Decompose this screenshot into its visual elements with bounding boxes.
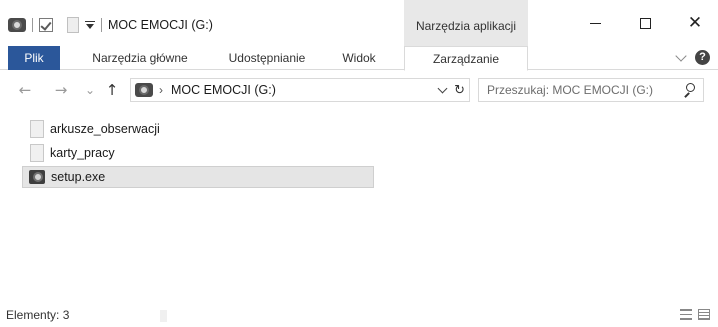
title-bar: MOC EMOCJI (G:) Narzędzia aplikacji ✕: [0, 0, 718, 46]
forward-button[interactable]: →: [50, 79, 72, 101]
up-button[interactable]: ↑: [102, 79, 122, 101]
customize-dropdown-icon[interactable]: [85, 19, 95, 31]
new-folder-icon[interactable]: [67, 17, 79, 33]
back-button[interactable]: ←: [14, 79, 36, 101]
back-arrow-icon: ←: [18, 81, 32, 99]
toolbar-separator: [101, 18, 102, 32]
expand-ribbon-icon[interactable]: [675, 49, 687, 62]
breadcrumb-drive[interactable]: MOC EMOCJI (G:): [171, 83, 276, 97]
context-tab-header-label: Narzędzia aplikacji: [415, 19, 517, 33]
application-icon: [29, 170, 45, 184]
tab-file[interactable]: Plik: [8, 46, 60, 70]
forward-arrow-icon: →: [54, 81, 68, 99]
quick-access-toolbar: MOC EMOCJI (G:): [8, 14, 213, 36]
view-switcher: [680, 309, 710, 320]
address-history-icon[interactable]: [437, 83, 448, 93]
tab-home[interactable]: Narzędzia główne: [78, 46, 202, 70]
tab-share[interactable]: Udostępnianie: [214, 46, 320, 70]
breadcrumb-separator-icon[interactable]: ›: [159, 83, 163, 97]
folder-icon: [30, 144, 44, 162]
file-name: arkusze_obserwacji: [50, 122, 160, 136]
close-button[interactable]: ✕: [680, 10, 710, 36]
file-item-karty-pracy[interactable]: karty_pracy: [24, 142, 376, 164]
drive-icon[interactable]: [8, 17, 26, 33]
details-view-icon[interactable]: [680, 309, 692, 320]
ribbon-tabs: Plik Narzędzia główne Udostępnianie Wido…: [0, 46, 718, 71]
file-name: karty_pracy: [50, 146, 115, 160]
status-bar: Elementy: 3: [0, 302, 718, 327]
file-name: setup.exe: [51, 170, 106, 184]
large-icons-view-icon[interactable]: [698, 309, 710, 320]
search-box[interactable]: [478, 78, 704, 102]
toolbar-separator: [32, 18, 33, 32]
item-count: Elementy: 3: [6, 308, 70, 322]
status-divider: [160, 310, 167, 322]
close-icon: ✕: [687, 12, 703, 33]
address-controls: ↻: [437, 79, 465, 101]
drive-icon: [135, 82, 153, 98]
file-item-arkusze-obserwacji[interactable]: arkusze_obserwacji: [24, 118, 376, 140]
toolbar-separator: [59, 18, 61, 32]
window-title: MOC EMOCJI (G:): [108, 18, 213, 32]
up-arrow-icon: ↑: [105, 81, 119, 99]
maximize-icon: [639, 17, 651, 29]
search-input[interactable]: [479, 79, 675, 101]
context-tab-header: Narzędzia aplikacji: [404, 0, 528, 46]
tab-view[interactable]: Widok: [332, 46, 386, 70]
search-icon[interactable]: [683, 83, 695, 98]
chevron-down-icon: ⌄: [84, 83, 96, 97]
refresh-icon[interactable]: ↻: [454, 83, 465, 98]
maximize-button[interactable]: [630, 10, 660, 36]
file-list[interactable]: arkusze_obserwacji karty_pracy setup.exe: [0, 112, 718, 302]
help-icon[interactable]: ?: [695, 50, 710, 65]
minimize-icon: [589, 22, 601, 24]
file-item-setup-exe[interactable]: setup.exe: [22, 166, 374, 188]
recent-locations-button[interactable]: ⌄: [82, 79, 98, 101]
ribbon-controls: ?: [675, 49, 710, 65]
tab-manage[interactable]: Zarządzanie: [404, 46, 528, 71]
address-bar[interactable]: › MOC EMOCJI (G:) ↻: [130, 78, 470, 102]
folder-icon: [30, 120, 44, 138]
minimize-button[interactable]: [580, 10, 610, 36]
properties-check-icon[interactable]: [39, 18, 53, 32]
navigation-bar: ← → ⌄ ↑ › MOC EMOCJI (G:) ↻: [0, 76, 718, 104]
